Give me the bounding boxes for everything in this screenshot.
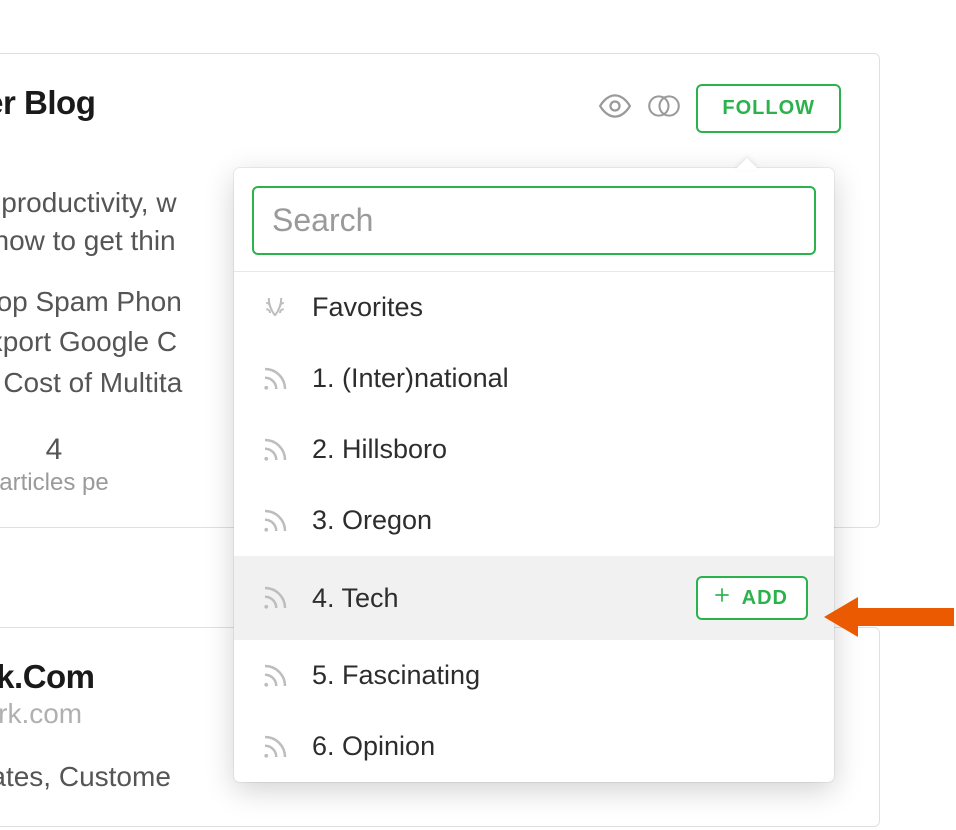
overlap-circles-icon[interactable] <box>646 89 682 128</box>
blog-title: apier Blog <box>0 84 598 122</box>
feed-item-label: 4. Tech <box>312 583 674 614</box>
feed-item-label: 3. Oregon <box>312 505 808 536</box>
laurel-icon <box>260 293 290 323</box>
stat-number: 4 <box>0 433 169 467</box>
rss-icon <box>260 583 290 613</box>
stat-block: 4 articles pe <box>0 433 169 497</box>
add-button-label: ADD <box>742 587 788 610</box>
title-block: apier Blog om <box>0 84 598 156</box>
feed-item-label: Favorites <box>312 292 808 323</box>
feed-item-label: 2. Hillsboro <box>312 434 808 465</box>
feed-list: Favorites 1. (Inter)national 2. Hill <box>234 272 834 782</box>
feed-item-opinion[interactable]: 6. Opinion <box>234 711 834 782</box>
stat-label: articles pe <box>0 469 169 497</box>
blog-domain: om <box>0 124 598 156</box>
follow-button[interactable]: FOLLOW <box>696 84 841 133</box>
feed-item-label: 5. Fascinating <box>312 660 808 691</box>
add-button[interactable]: ADD <box>696 576 808 620</box>
feed-item-label: 6. Opinion <box>312 731 808 762</box>
follow-feed-dropdown: Favorites 1. (Inter)national 2. Hill <box>234 168 834 782</box>
feed-item-fascinating[interactable]: 5. Fascinating <box>234 640 834 711</box>
feed-item-oregon[interactable]: 3. Oregon <box>234 485 834 556</box>
annotation-arrow <box>824 593 954 646</box>
card-header: apier Blog om FOLLOW <box>0 84 841 156</box>
rss-icon <box>260 732 290 762</box>
rss-icon <box>260 364 290 394</box>
feed-item-international[interactable]: 1. (Inter)national <box>234 343 834 414</box>
feed-item-hillsboro[interactable]: 2. Hillsboro <box>234 414 834 485</box>
search-input[interactable] <box>252 186 816 255</box>
rss-icon <box>260 661 290 691</box>
rss-icon <box>260 435 290 465</box>
eye-icon[interactable] <box>598 89 632 128</box>
rss-icon <box>260 506 290 536</box>
plus-icon <box>712 585 732 611</box>
feed-item-label: 1. (Inter)national <box>312 363 808 394</box>
search-wrap <box>234 168 834 272</box>
feed-item-tech[interactable]: 4. Tech ADD <box>234 556 834 640</box>
feed-item-favorites[interactable]: Favorites <box>234 272 834 343</box>
header-actions: FOLLOW <box>598 84 841 133</box>
